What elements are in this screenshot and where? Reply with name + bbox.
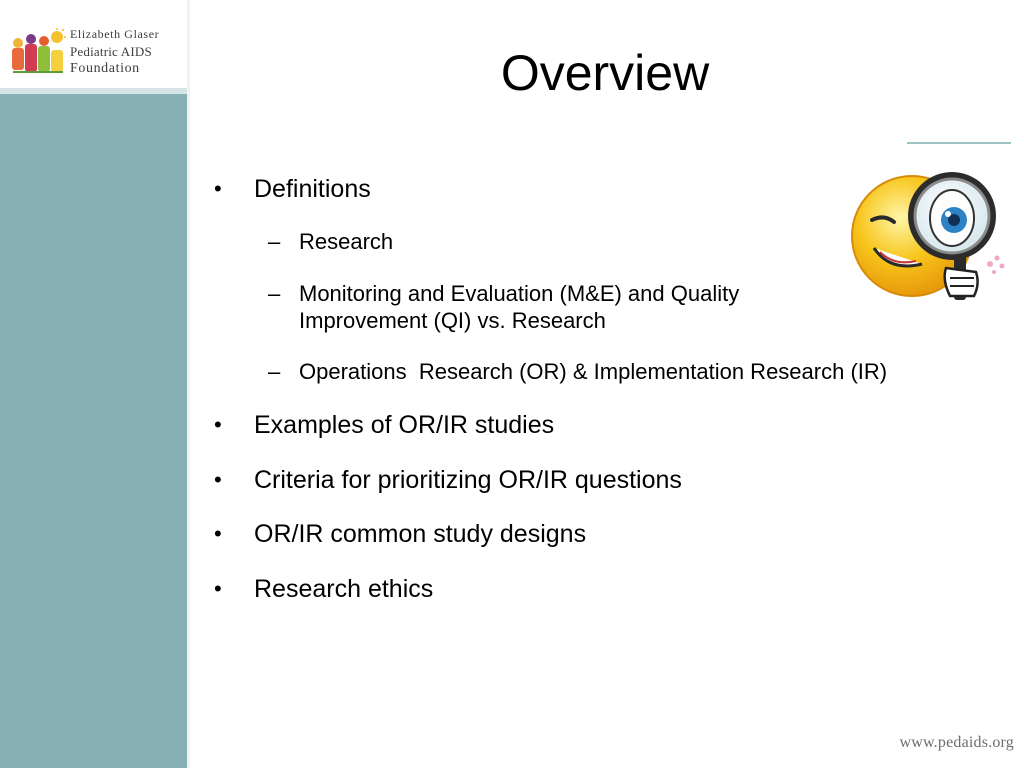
- winking-smiley-magnifier-icon: [851, 172, 1005, 300]
- sub-bullet-text: Operations Research (OR) & Implementatio…: [299, 359, 888, 384]
- sub-bullet-text: Research: [299, 229, 394, 254]
- bullet-dash: –: [268, 281, 281, 306]
- bullet-dot: •: [214, 521, 222, 546]
- bullet-text: Definitions: [254, 175, 371, 203]
- bullet-dash: –: [268, 229, 281, 254]
- bullet-dot: •: [214, 412, 222, 437]
- bullet-dash: –: [268, 359, 281, 384]
- bullet-dot: •: [214, 576, 222, 601]
- bullet-list: • Definitions – Research – Monitoring an…: [0, 0, 1024, 768]
- sub-bullet-text: Monitoring and Evaluation (M&E) and Qual…: [299, 281, 740, 333]
- footer-url: www.pedaids.org: [899, 734, 1014, 751]
- bullet-dot: •: [214, 176, 222, 201]
- bullet-text: Criteria for prioritizing OR/IR question…: [254, 466, 682, 494]
- slide: Elizabeth Glaser Pediatric AIDS Foundati…: [0, 0, 1024, 768]
- bullet-text: Examples of OR/IR studies: [254, 411, 555, 439]
- bullet-dot: •: [214, 467, 222, 492]
- bullet-text: Research ethics: [254, 575, 434, 603]
- bullet-text: OR/IR common study designs: [254, 520, 587, 548]
